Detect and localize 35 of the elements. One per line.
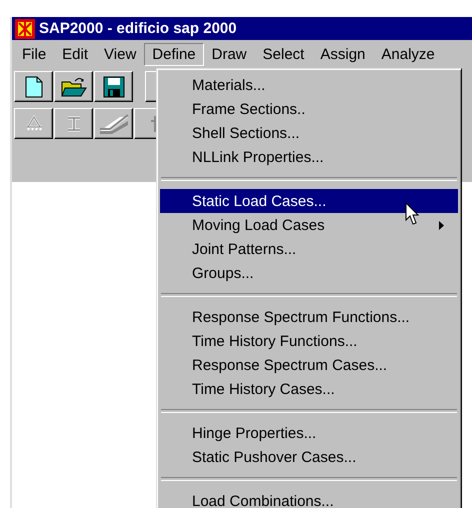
- frame-section-button[interactable]: [54, 108, 93, 139]
- menu-item[interactable]: Shell Sections...: [160, 121, 458, 145]
- menu-item[interactable]: NLLink Properties...: [160, 145, 458, 169]
- folder-icon: [60, 76, 86, 98]
- new-file-button[interactable]: [14, 71, 53, 102]
- menu-item[interactable]: Frame Sections..: [160, 97, 458, 121]
- menu-item[interactable]: Time History Functions...: [160, 329, 458, 353]
- menu-item[interactable]: Response Spectrum Functions...: [160, 305, 458, 329]
- save-button[interactable]: [94, 71, 133, 102]
- menu-item[interactable]: Load Combinations...: [160, 489, 458, 508]
- menu-bar-item[interactable]: Draw: [204, 42, 255, 66]
- menu-item[interactable]: Moving Load Cases: [160, 213, 458, 237]
- restraint-button[interactable]: [14, 108, 53, 139]
- support-icon: [24, 114, 44, 134]
- shell-plate-icon: [98, 112, 130, 134]
- menu-bar-item[interactable]: View: [96, 42, 144, 66]
- menu-item[interactable]: Response Spectrum Cases...: [160, 353, 458, 377]
- menu-item[interactable]: Hinge Properties...: [160, 421, 458, 445]
- menu-bar-item[interactable]: Assign: [312, 42, 374, 66]
- menu-item[interactable]: Static Load Cases...: [160, 189, 458, 213]
- window-title: SAP2000 - edificio sap 2000: [39, 20, 237, 37]
- menu-item[interactable]: Static Pushover Cases...: [160, 445, 458, 469]
- menu-item[interactable]: Joint Patterns...: [160, 237, 458, 261]
- menu-bar-item[interactable]: Edit: [54, 42, 96, 66]
- shell-section-button[interactable]: [94, 108, 133, 139]
- open-folder-button[interactable]: [54, 71, 93, 102]
- menu-bar-item[interactable]: Select: [254, 42, 312, 66]
- menu-bar-item[interactable]: Analyze: [373, 42, 443, 66]
- blank-page-icon: [24, 76, 42, 98]
- menu-item[interactable]: Groups...: [160, 261, 458, 285]
- menu-item[interactable]: Time History Cases...: [160, 377, 458, 401]
- mouse-pointer-icon: [405, 202, 421, 226]
- menu-bar-item[interactable]: File: [14, 42, 54, 66]
- menu-bar-item[interactable]: Define: [144, 42, 204, 66]
- app-logo-icon: [15, 18, 35, 38]
